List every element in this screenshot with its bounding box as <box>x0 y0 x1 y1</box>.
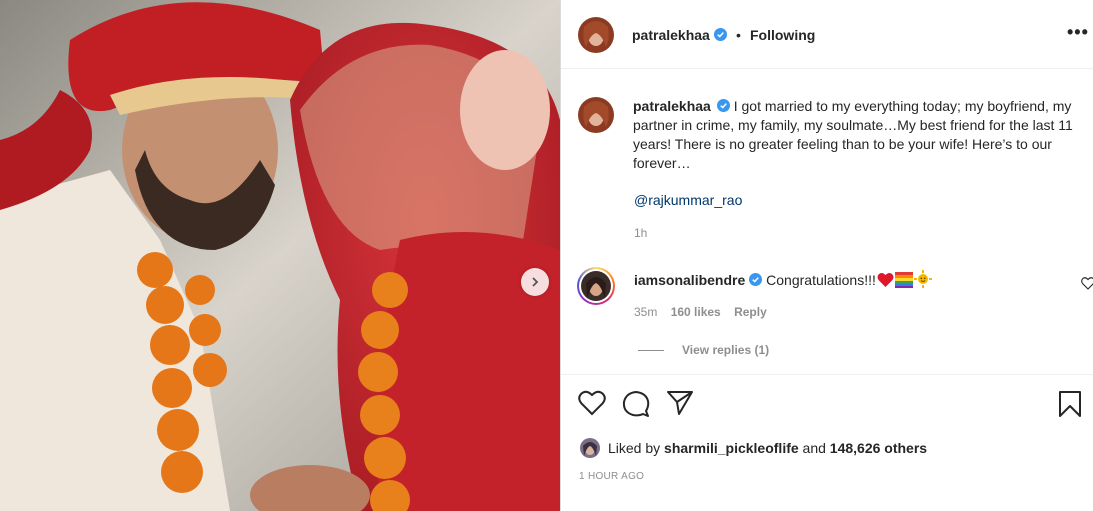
comment-avatar[interactable] <box>577 267 615 305</box>
profile-picture <box>578 17 614 53</box>
replies-line <box>638 350 664 352</box>
wedding-photo <box>0 0 560 511</box>
username-text[interactable]: patralekhaa <box>632 27 710 43</box>
liker-username[interactable]: sharmili_pickleoflife <box>664 440 799 456</box>
mention-link[interactable]: @rajkummar_rao <box>634 192 742 208</box>
caption-username[interactable]: patralekhaa <box>633 98 711 114</box>
likes-count[interactable]: 148,626 others <box>830 440 927 456</box>
heart-emoji <box>877 272 894 291</box>
verified-badge-icon <box>713 28 727 41</box>
sun-emoji <box>913 270 932 291</box>
section-divider <box>561 374 1093 375</box>
bookmark-icon[interactable] <box>1058 390 1082 423</box>
post-timestamp[interactable]: 1 HOUR AGO <box>579 471 644 482</box>
share-icon[interactable] <box>666 390 694 421</box>
like-comment-icon[interactable] <box>1081 277 1093 295</box>
following-button[interactable]: Following <box>750 27 815 43</box>
post-details-panel: patralekhaa • Following ••• patralekhaa … <box>561 0 1093 511</box>
rainbow-emoji <box>894 272 913 291</box>
view-replies-label: View replies (1) <box>682 343 770 357</box>
heart-icon[interactable] <box>578 390 606 421</box>
comment-timestamp[interactable]: 35m <box>634 305 657 319</box>
avatar[interactable] <box>578 17 614 53</box>
comment: iamsonalibendre Congratulations!!! <box>634 270 932 291</box>
profile-picture <box>581 271 611 301</box>
next-photo-button[interactable] <box>521 268 549 296</box>
liked-by-joiner: and <box>802 440 826 456</box>
caption-avatar[interactable] <box>578 97 614 133</box>
more-options-icon[interactable]: ••• <box>1067 22 1089 43</box>
comment-text: Congratulations!!! <box>766 272 876 288</box>
verified-badge-icon <box>716 99 730 112</box>
comment-username[interactable]: iamsonalibendre <box>634 272 745 288</box>
comment-likes[interactable]: 160 likes <box>671 305 721 319</box>
post-caption: patralekhaa I got married to my everythi… <box>633 97 1093 173</box>
post-username[interactable]: patralekhaa <box>632 27 727 43</box>
likes-summary: Liked by sharmili_pickleoflife and 148,6… <box>580 438 927 458</box>
comment-meta: 35m 160 likes Reply <box>634 305 777 319</box>
post-header: patralekhaa • Following ••• <box>561 0 1093 69</box>
action-bar <box>578 390 1088 418</box>
post-photo[interactable] <box>0 0 560 511</box>
profile-picture <box>578 97 614 133</box>
caption-timestamp[interactable]: 1h <box>634 226 647 240</box>
liked-by-prefix: Liked by <box>608 440 661 456</box>
verified-badge-icon <box>749 273 763 286</box>
chevron-right-icon <box>532 277 539 287</box>
liker-avatar[interactable] <box>580 438 600 458</box>
comment-icon[interactable] <box>622 390 650 423</box>
reply-button[interactable]: Reply <box>734 305 767 319</box>
separator-dot: • <box>736 27 741 43</box>
view-replies-button[interactable]: View replies (1) <box>638 343 769 357</box>
